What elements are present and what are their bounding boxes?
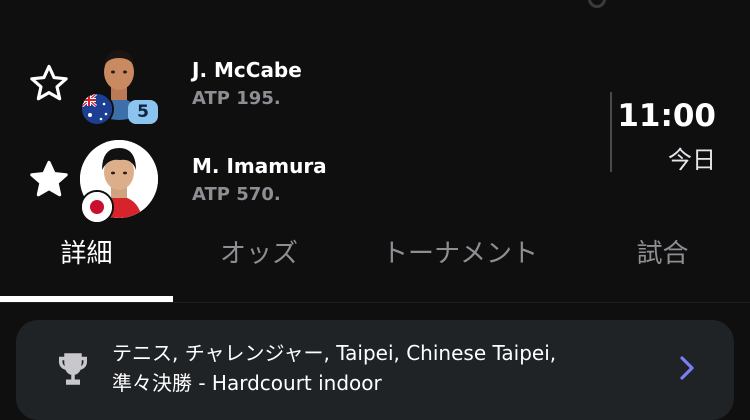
japan-flag-icon [80, 190, 114, 224]
match-time: 11:00 [617, 98, 716, 134]
tab-odds[interactable]: オッズ [173, 228, 345, 300]
player-rank: ATP 570. [192, 184, 281, 205]
match-day: 今日 [668, 146, 716, 174]
trophy-icon [59, 353, 87, 385]
star-outline-icon[interactable] [28, 62, 70, 104]
tab-tournament[interactable]: トーナメント [345, 228, 575, 300]
tab-details[interactable]: 詳細 [0, 228, 173, 300]
player-rank: ATP 195. [192, 88, 281, 109]
player-name[interactable]: M. Imamura [192, 154, 327, 178]
player-row-1[interactable]: 5 J. McCabe ATP 195. [0, 42, 600, 126]
chevron-right-icon[interactable] [676, 354, 698, 382]
tab-divider [0, 302, 750, 303]
tournament-line-2: 準々決勝 - Hardcourt indoor [112, 371, 382, 395]
australia-flag-icon [80, 92, 114, 126]
top-bar [0, 0, 750, 12]
tab-matches[interactable]: 試合 [575, 228, 750, 300]
tab-bar: 詳細 オッズ トーナメント 試合 [0, 228, 750, 304]
vertical-divider [610, 92, 612, 172]
tournament-info: テニス, チャレンジャー, Taipei, Chinese Taipei, 準々… [112, 338, 642, 398]
player-name[interactable]: J. McCabe [192, 58, 302, 82]
star-filled-icon[interactable] [28, 158, 70, 200]
tournament-line-1: テニス, チャレンジャー, Taipei, Chinese Taipei, [112, 341, 557, 365]
scroll-indicator [588, 0, 606, 8]
seed-badge: 5 [128, 100, 158, 124]
player-row-2[interactable]: M. Imamura ATP 570. [0, 140, 600, 224]
tournament-card[interactable]: テニス, チャレンジャー, Taipei, Chinese Taipei, 準々… [16, 320, 734, 420]
